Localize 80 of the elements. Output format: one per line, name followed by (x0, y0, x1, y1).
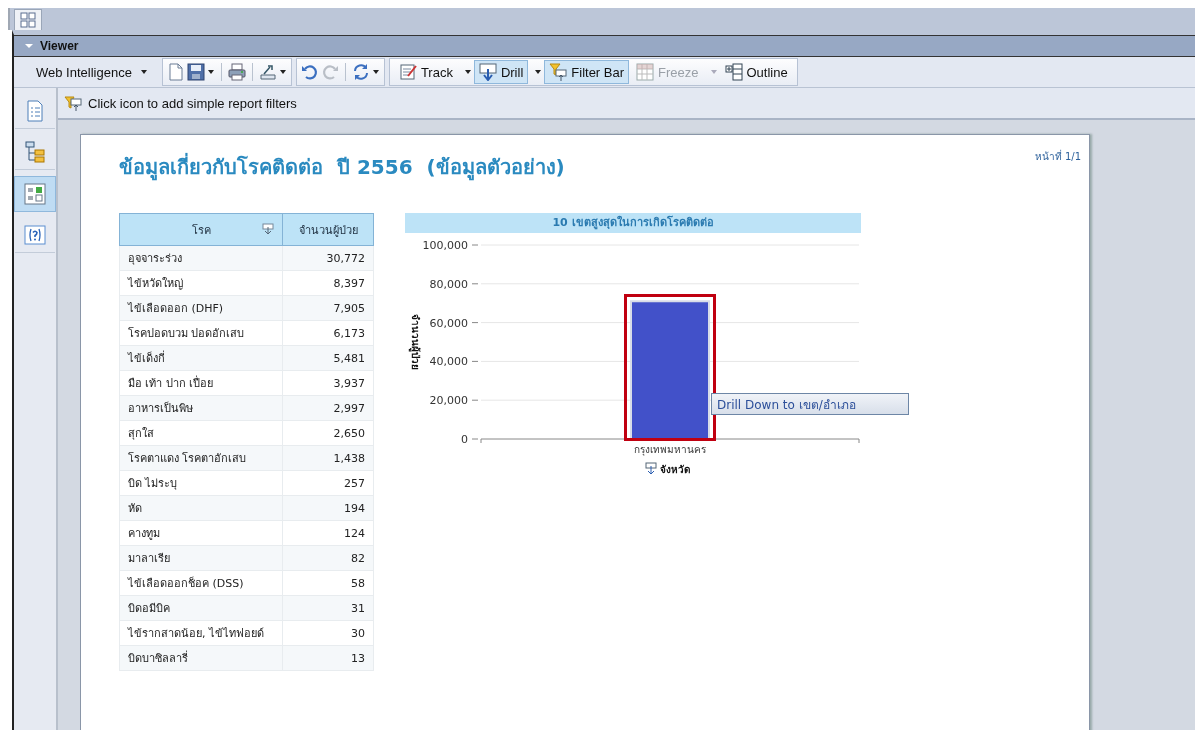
caret-icon (139, 68, 148, 76)
table-cell: คางทูม (119, 520, 283, 546)
table-cell: 194 (282, 495, 374, 521)
filter-hint: Click icon to add simple report filters (88, 95, 297, 111)
table-cell: 8,397 (282, 270, 374, 296)
table-cell: 7,905 (282, 295, 374, 321)
axis-tick-label: 80,000 (429, 277, 468, 291)
table-cell: 30,772 (282, 245, 374, 271)
report-title: ข้อมูลเกี่ยวกับโรคติดต่อ ปี 2556 (ข้อมูลตัวอย่าง) (119, 152, 565, 183)
table-cell: บิดอมีบิค (119, 595, 283, 621)
table-cell: 30 (282, 620, 374, 646)
toolbar-button[interactable]: Track (393, 60, 458, 84)
table-cell: อาหารเป็นพิษ (119, 395, 283, 421)
caret-icon[interactable] (463, 68, 472, 76)
side-panel-tab[interactable] (14, 176, 56, 212)
table-cell: 1,438 (282, 445, 374, 471)
table-cell: โรคปอดบวม ปอดอักเสบ (119, 320, 283, 346)
drill-icon (478, 63, 497, 81)
table-cell: หัด (119, 495, 283, 521)
table-cell: ไข้เลือดออกช็อค (DSS) (119, 570, 283, 596)
caret-icon[interactable] (278, 68, 287, 76)
caret-icon[interactable] (534, 68, 543, 76)
column-header[interactable]: โรค (119, 213, 283, 246)
table-cell: บิด ไม่ระบุ (119, 470, 283, 496)
home-tab[interactable] (14, 9, 42, 30)
table-cell: 82 (282, 545, 374, 571)
table-cell: มือ เท้า ปาก เปื่อย (119, 370, 283, 396)
axis-title: จำนวนผู้ป่วย (410, 314, 421, 370)
page-number: หน้าที่ 1/1 (1034, 149, 1081, 164)
table-cell: 124 (282, 520, 374, 546)
drill-tooltip: Drill Down to เขต/อำเภอ (711, 393, 909, 415)
table-cell: ไข้รากสาดน้อย, ไข้ไทฟอยด์ (119, 620, 283, 646)
axis-title: จังหวัด (660, 464, 690, 475)
checklist-icon (24, 183, 46, 205)
table-cell: ไข้เลือดออก (DHF) (119, 295, 283, 321)
table-cell: โรคตาแดง โรคตาอักเสบ (119, 445, 283, 471)
print-icon[interactable] (227, 63, 246, 81)
table-cell: ไข้เด็งกี่ (119, 345, 283, 371)
table-cell: 58 (282, 570, 374, 596)
save-icon[interactable] (186, 63, 205, 81)
drill-icon[interactable] (645, 462, 657, 475)
outline-icon (724, 63, 743, 81)
axis-tick-label: 100,000 (422, 239, 468, 252)
axis-tick-label: 60,000 (429, 316, 468, 330)
refresh-icon[interactable] (351, 63, 370, 81)
table-cell: อุจจาระร่วง (119, 245, 283, 271)
caret-icon[interactable] (371, 68, 380, 76)
column-header[interactable]: จำนวนผู้ป่วย (282, 213, 374, 246)
caret-icon[interactable] (206, 68, 215, 76)
table-cell: 5,481 (282, 345, 374, 371)
table-cell: 2,650 (282, 420, 374, 446)
table-cell: สุกใส (119, 420, 283, 446)
help-icon (24, 224, 46, 246)
export-icon[interactable] (258, 63, 277, 81)
table-cell: มาลาเรีย (119, 545, 283, 571)
table-cell: ไข้หวัดใหญ่ (119, 270, 283, 296)
table-cell: บิดบาซิลลารี่ (119, 645, 283, 671)
tree-icon (24, 141, 46, 163)
axis-tick-label: 20,000 (429, 394, 468, 408)
toolbar-button[interactable]: Outline (719, 60, 793, 84)
table-cell: 257 (282, 470, 374, 496)
chart-title: 10 เขตสูงสุดในการเกิดโรคติดต่อ (405, 213, 861, 233)
document-icon (24, 100, 46, 122)
track-changes-icon (398, 63, 417, 81)
table-cell: 31 (282, 595, 374, 621)
grid-icon (636, 63, 655, 81)
axis-tick-label: 0 (461, 433, 468, 446)
table-cell: 13 (282, 645, 374, 671)
bar[interactable] (630, 300, 710, 440)
app-menu[interactable]: Web Intelligence (20, 64, 158, 80)
viewer-header[interactable]: Viewer (14, 35, 1195, 57)
table-cell: 3,937 (282, 370, 374, 396)
category-label: กรุงเทพมหานคร (634, 444, 706, 455)
toolbar-button[interactable]: Drill (473, 60, 529, 84)
table-cell: 2,997 (282, 395, 374, 421)
axis-tick-label: 40,000 (429, 355, 468, 369)
undo-icon[interactable] (300, 63, 319, 81)
new-document-icon[interactable] (166, 63, 185, 81)
table-cell: 6,173 (282, 320, 374, 346)
toolbar-button[interactable]: Filter Bar (544, 60, 630, 84)
